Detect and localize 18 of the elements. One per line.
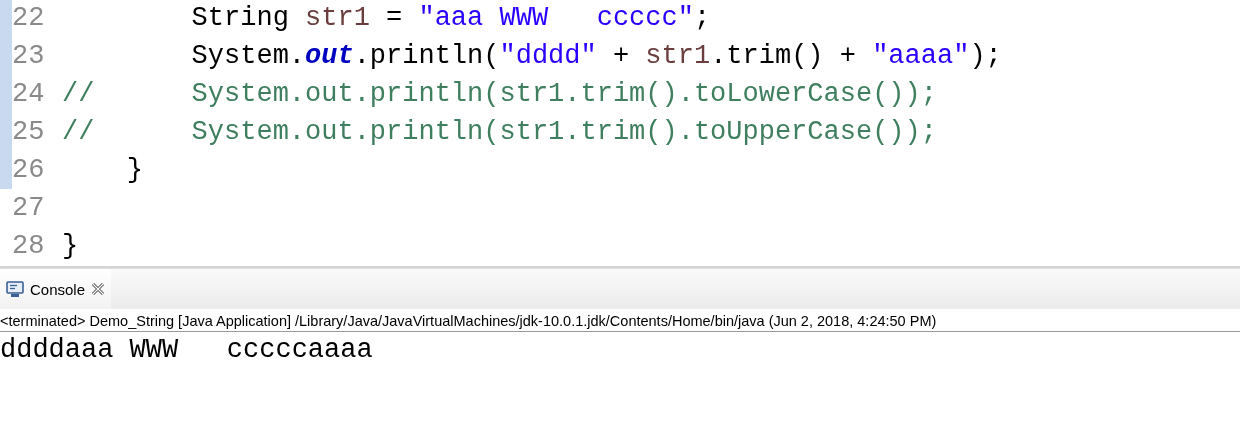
code-line: // System.out.println(str1.trim().toUpperCase());	[62, 117, 937, 147]
line-number: 23	[12, 41, 46, 71]
close-icon[interactable]	[91, 282, 106, 296]
line-number: 27	[12, 193, 46, 223]
line-number: 28	[12, 231, 46, 261]
console-output: ddddaaa WWW cccccaaaa	[0, 335, 373, 365]
code-line: }	[125, 155, 143, 185]
console-tab[interactable]: Console	[0, 269, 112, 309]
line-number: 22	[12, 3, 46, 33]
line-number: 24	[12, 79, 46, 109]
code-line: String str1 = "aaa WWW ccccc";	[190, 3, 711, 33]
line-number: 26	[12, 155, 46, 185]
console-status: <terminated> Demo_String [Java Application] /Library/Java/JavaVirtualMachines/jdk-10.0.1.jdk/Contents/Home/bin/java (Jun 2, 2018, 4:24:50 PM)	[0, 309, 1240, 332]
code-line: System.out.println("dddd" + str1.trim() + "aaaa");	[190, 41, 1002, 71]
line-number: 25	[12, 117, 46, 147]
code-line: // System.out.println(str1.trim().toLowerCase());	[62, 79, 937, 109]
monitor-icon	[6, 280, 24, 298]
code-line: }	[62, 231, 79, 261]
